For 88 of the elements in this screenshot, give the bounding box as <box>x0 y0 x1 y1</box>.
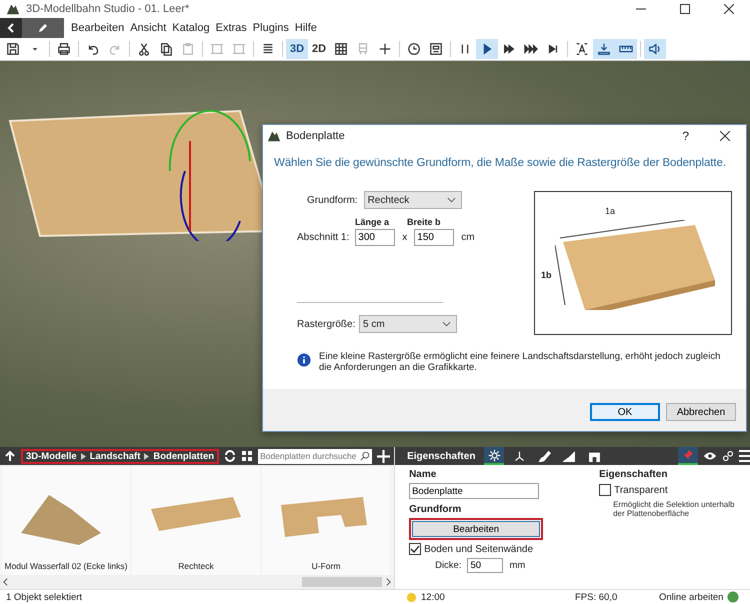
walls-checkbox[interactable]: Boden und Seitenwände <box>409 543 534 555</box>
menu-item[interactable]: Extras <box>212 22 250 34</box>
column-label: Länge a <box>355 217 389 227</box>
menu-item[interactable]: Katalog <box>169 22 213 34</box>
back-button[interactable] <box>0 18 22 38</box>
close-icon[interactable] <box>724 4 734 14</box>
info-icon <box>297 353 311 367</box>
chevron-left-icon[interactable] <box>3 578 8 586</box>
transparent-checkbox[interactable]: Transparent <box>599 484 744 496</box>
field-label: Rastergröße: <box>297 318 353 330</box>
unit-label: mm <box>509 560 526 571</box>
app-logo-icon <box>267 129 281 143</box>
tile-label: Rechteck <box>178 561 214 571</box>
help-button[interactable]: ? <box>682 129 689 143</box>
dimension-label: 1b <box>541 270 552 280</box>
caret-icon <box>446 197 456 203</box>
chevron-right-icon <box>80 452 86 460</box>
column-label: Breite b <box>407 217 441 227</box>
close-icon[interactable] <box>720 131 730 141</box>
horizontal-scrollbar[interactable] <box>0 575 394 589</box>
view-mode-button[interactable]: 2D <box>308 39 330 59</box>
globe-icon <box>727 591 740 603</box>
terrain-viewport[interactable] <box>0 61 750 447</box>
length-field[interactable]: 300 <box>355 229 396 246</box>
caret-icon <box>442 321 451 327</box>
grid-size-dropdown[interactable]: 5 cm <box>359 315 457 333</box>
section-heading: Name <box>409 469 436 480</box>
hint-text: Ermöglicht die Selektion unterhalb der Plattenoberfläche <box>613 500 736 518</box>
menu-item[interactable]: Hilfe <box>292 22 320 34</box>
menu-icon[interactable] <box>739 450 750 462</box>
fps-counter: FPS: 60,0 <box>575 592 618 602</box>
chevron-right-icon[interactable] <box>386 578 392 586</box>
section-heading: Grundform <box>409 504 462 515</box>
breadcrumb-link[interactable]: Landschaft <box>90 450 140 462</box>
dialog-button[interactable]: Abbrechen <box>666 403 736 421</box>
link-icon[interactable] <box>722 450 734 462</box>
plus-icon[interactable] <box>377 450 390 462</box>
tile-view-icon[interactable] <box>241 450 254 462</box>
catalog-tile[interactable]: Rechteck <box>132 467 260 575</box>
menu-item[interactable]: Ansicht <box>127 22 170 34</box>
dimension-label: 1a <box>605 206 616 216</box>
panel-title: Eigenschaften <box>407 450 476 462</box>
edit-button[interactable]: Bearbeiten <box>412 521 540 537</box>
checkmark-icon <box>410 544 420 554</box>
status-time: 12:00 <box>421 592 446 602</box>
tile-label: Modul Wasserfall 02 (Ecke links) <box>4 561 128 571</box>
menu-item[interactable]: Bearbeiten <box>68 22 128 34</box>
download-icon[interactable] <box>593 39 615 59</box>
sun-icon <box>406 592 417 602</box>
field-label: Grundform: <box>307 194 358 206</box>
status-text: 1 Objekt selektiert <box>6 592 84 602</box>
up-arrow-icon[interactable] <box>4 450 16 462</box>
chevron-right-icon <box>144 452 150 460</box>
field-label: Abschnitt 1: <box>297 232 350 243</box>
ruler-icon[interactable] <box>615 39 637 59</box>
window-title: 3D-Modellbahn Studio - 01. Leer* <box>26 3 190 15</box>
edit-mode-button[interactable] <box>22 18 64 38</box>
unit-label: cm <box>461 232 475 243</box>
breadcrumb-link[interactable]: Bodenplatten <box>153 450 214 462</box>
search-field[interactable]: Bodenplatten durchsuche <box>258 448 372 464</box>
shape-dropdown[interactable]: Rechteck <box>364 191 462 209</box>
pin-icon[interactable] <box>678 447 698 465</box>
speaker-icon[interactable] <box>644 39 666 59</box>
pencil-icon <box>38 23 48 33</box>
catalog-tile[interactable]: U-Form <box>262 467 390 575</box>
name-field[interactable]: Bodenplatte <box>409 483 540 499</box>
dialog-heading: Wählen Sie die gewünschte Grundform, die Maße sowie die Rastergröße der Bodenplatte. <box>273 156 727 169</box>
dialog-button[interactable]: OK <box>590 403 660 421</box>
tile-label: U-Form <box>312 561 340 571</box>
chevron-left-icon <box>6 23 16 33</box>
field-label: Dicke: <box>435 560 462 571</box>
thickness-field[interactable]: 50 <box>467 558 504 573</box>
info-text: Eine kleine Rastergröße ermöglicht eine feinere Landschaftsdarstellung, erhöht jedoch zugleich die Anforderungen an die Grafikkarte. <box>319 351 722 373</box>
menu-item[interactable]: Plugins <box>250 22 292 34</box>
app-logo-icon <box>6 2 20 16</box>
catalog-tile[interactable]: Modul Wasserfall 02 (Ecke links) <box>2 467 130 575</box>
refresh-icon[interactable] <box>224 450 236 462</box>
dialog-title: Bodenplatte <box>286 130 345 142</box>
play-icon[interactable] <box>476 39 498 59</box>
maximize-icon[interactable] <box>680 4 690 14</box>
width-field[interactable]: 150 <box>414 229 454 246</box>
times-sign: x <box>402 232 408 243</box>
view-mode-button[interactable]: 3D <box>286 39 308 59</box>
eye-icon[interactable] <box>703 451 718 461</box>
breadcrumb-link[interactable]: 3D-Modelle <box>26 450 77 462</box>
online-status[interactable]: Online arbeiten <box>659 592 724 602</box>
section-heading: Eigenschaften <box>599 469 668 480</box>
search-icon <box>360 451 370 461</box>
